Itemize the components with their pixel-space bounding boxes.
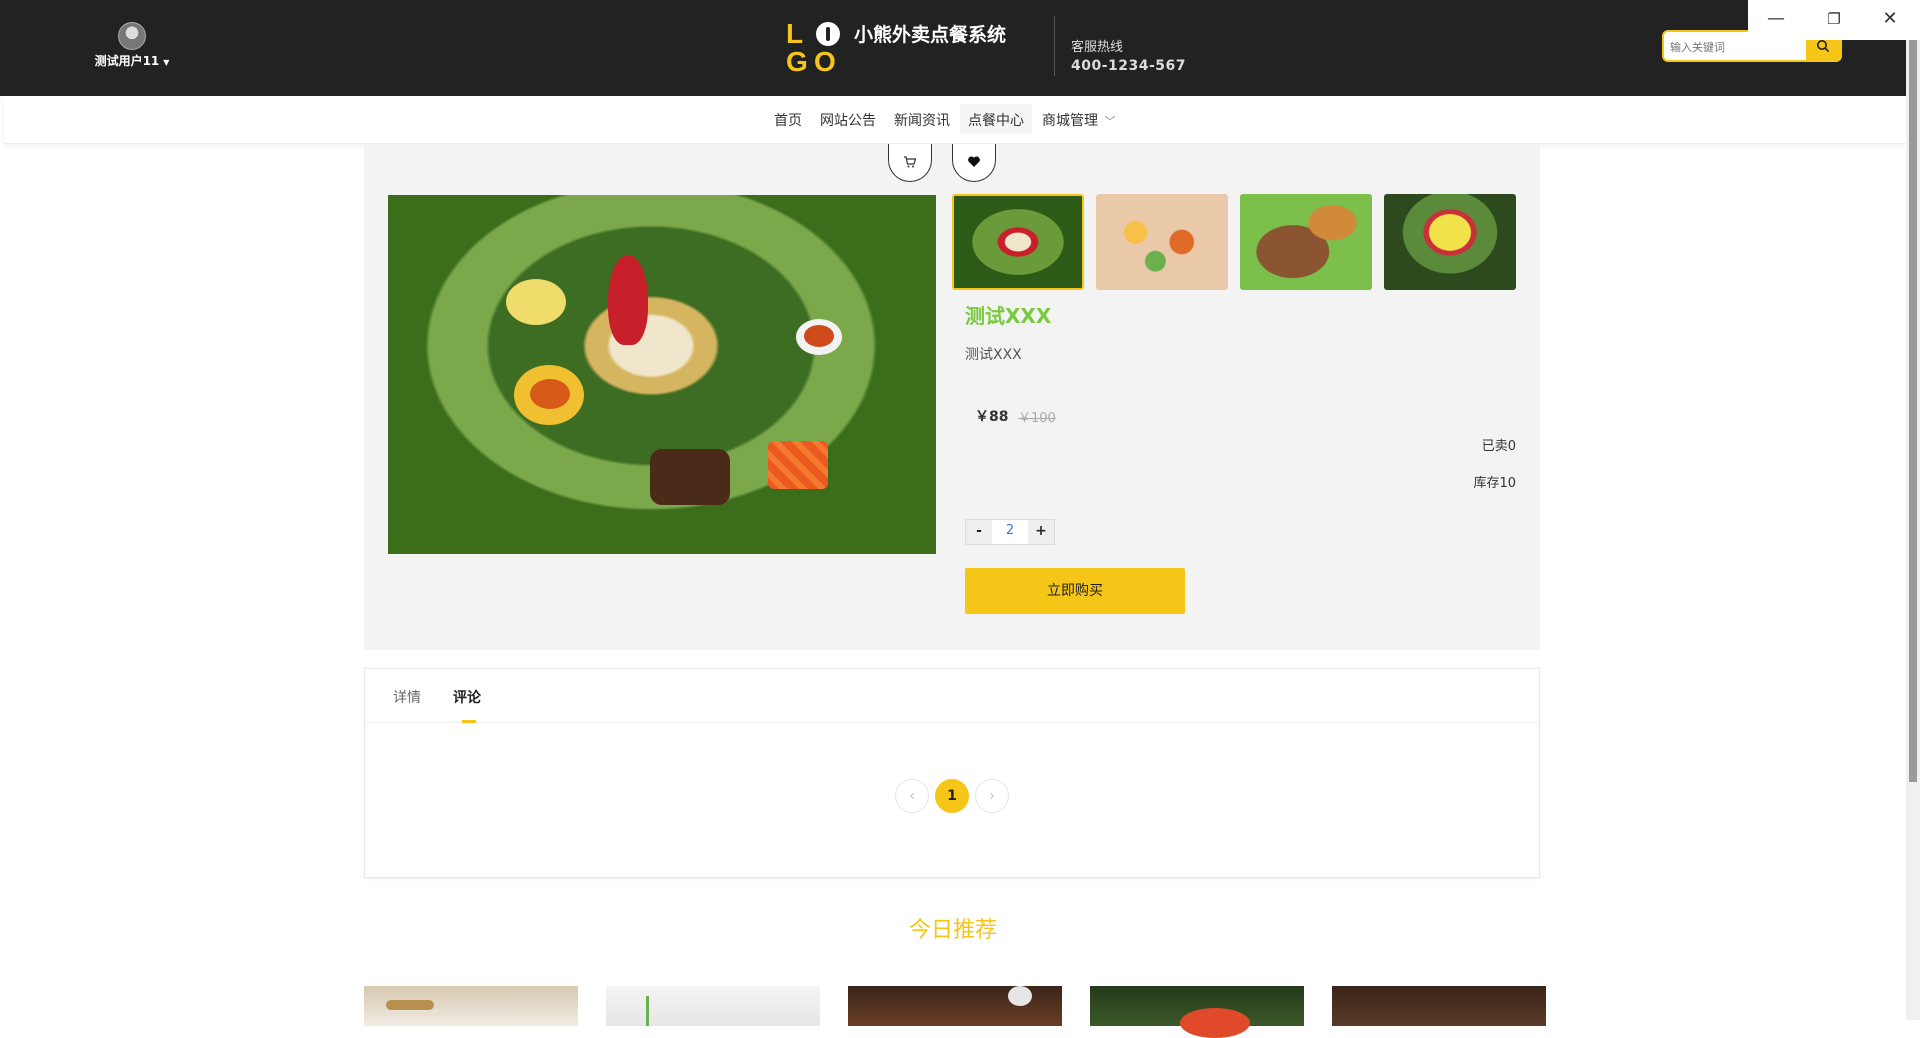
cart-icon [904,156,917,168]
page-number[interactable]: 1 [935,779,969,813]
tab-details[interactable]: 详情 [393,687,421,707]
product-thumbnail[interactable] [1384,194,1516,290]
minimize-button[interactable]: — [1748,0,1804,40]
recommend-title: 今日推荐 [908,918,997,943]
logo-letter: G [786,46,808,77]
close-button[interactable]: ✕ [1862,0,1918,40]
nav-item-announcements[interactable]: 网站公告 [812,104,884,134]
nav-item-order-center[interactable]: 点餐中心 [960,104,1032,134]
product-main-image [388,195,936,554]
restore-button[interactable]: ❐ [1806,0,1862,40]
buy-now-button[interactable]: 立即购买 [965,568,1185,614]
increase-button[interactable]: + [1028,520,1054,544]
site-title: 小熊外卖点餐系统 [854,24,1007,46]
search-icon [1817,40,1830,53]
logo-letter: L [786,18,804,49]
recommend-item[interactable] [1090,986,1304,1038]
recommend-item[interactable] [364,986,578,1026]
product-thumbnail[interactable] [1240,194,1372,290]
avatar[interactable] [118,22,146,50]
user-name[interactable]: 测试用户11 [95,52,160,69]
heart-icon [968,156,980,167]
tab-bar: 详情 评论 [365,669,1539,723]
site-logo[interactable]: L G O [786,20,844,76]
nav-item-news[interactable]: 新闻资讯 [886,104,958,134]
product-price: ￥88 [975,409,1009,425]
quantity-input[interactable]: 2 [992,520,1028,544]
scrollbar-thumb[interactable] [1909,40,1917,782]
detail-panel: 详情 评论 ‹ 1 › [364,668,1540,878]
decrease-button[interactable]: - [966,520,992,544]
sold-count: 已卖0 [1481,439,1516,454]
next-page-button[interactable]: › [975,779,1009,813]
stock-count: 库存10 [1473,476,1516,491]
caret-down-icon[interactable]: ▼ [163,58,169,67]
scrollbar[interactable] [1906,40,1920,1020]
hotline-number: 400-1234-567 [1071,58,1187,74]
recommend-item[interactable] [1332,986,1546,1026]
nav-item-home[interactable]: 首页 [766,104,810,134]
window-controls: — ❐ ✕ [1748,0,1920,40]
favorite-button[interactable] [952,144,996,182]
chevron-down-icon: ﹀ [1104,115,1116,128]
logo-dot [816,22,840,46]
divider [1054,16,1055,76]
product-thumbnail[interactable] [952,194,1084,290]
add-to-cart-button[interactable] [888,144,932,182]
product-title: 测试XXX [965,304,1052,328]
recommend-item[interactable] [848,986,1062,1026]
product-thumbnail[interactable] [1096,194,1228,290]
recommend-item[interactable] [606,986,820,1026]
product-original-price: ￥100 [1018,411,1056,426]
user-menu[interactable]: 测试用户11 ▼ [84,22,180,69]
hotline-label: 客服热线 [1071,40,1124,55]
nav-item-shop-management[interactable]: 商城管理 ﹀ [1034,104,1123,134]
main-nav: 首页 网站公告 新闻资讯 点餐中心 商城管理 ﹀ [4,96,1906,144]
product-section: 测试XXX 测试XXX ￥88 ￥100 已卖0 库存10 - 2 + 立即购买 [364,144,1540,650]
logo-letter: O [814,46,836,77]
active-tab-indicator [462,720,476,723]
product-subtitle: 测试XXX [965,347,1022,363]
tab-comments[interactable]: 评论 [453,687,481,707]
prev-page-button[interactable]: ‹ [895,779,929,813]
site-header: 测试用户11 ▼ L G O 小熊外卖点餐系统 客服热线 400-1234-567 [0,0,1906,96]
nav-item-label: 商城管理 [1042,113,1098,129]
thumbnail-gallery [952,194,1516,290]
quantity-stepper: - 2 + [965,519,1055,545]
